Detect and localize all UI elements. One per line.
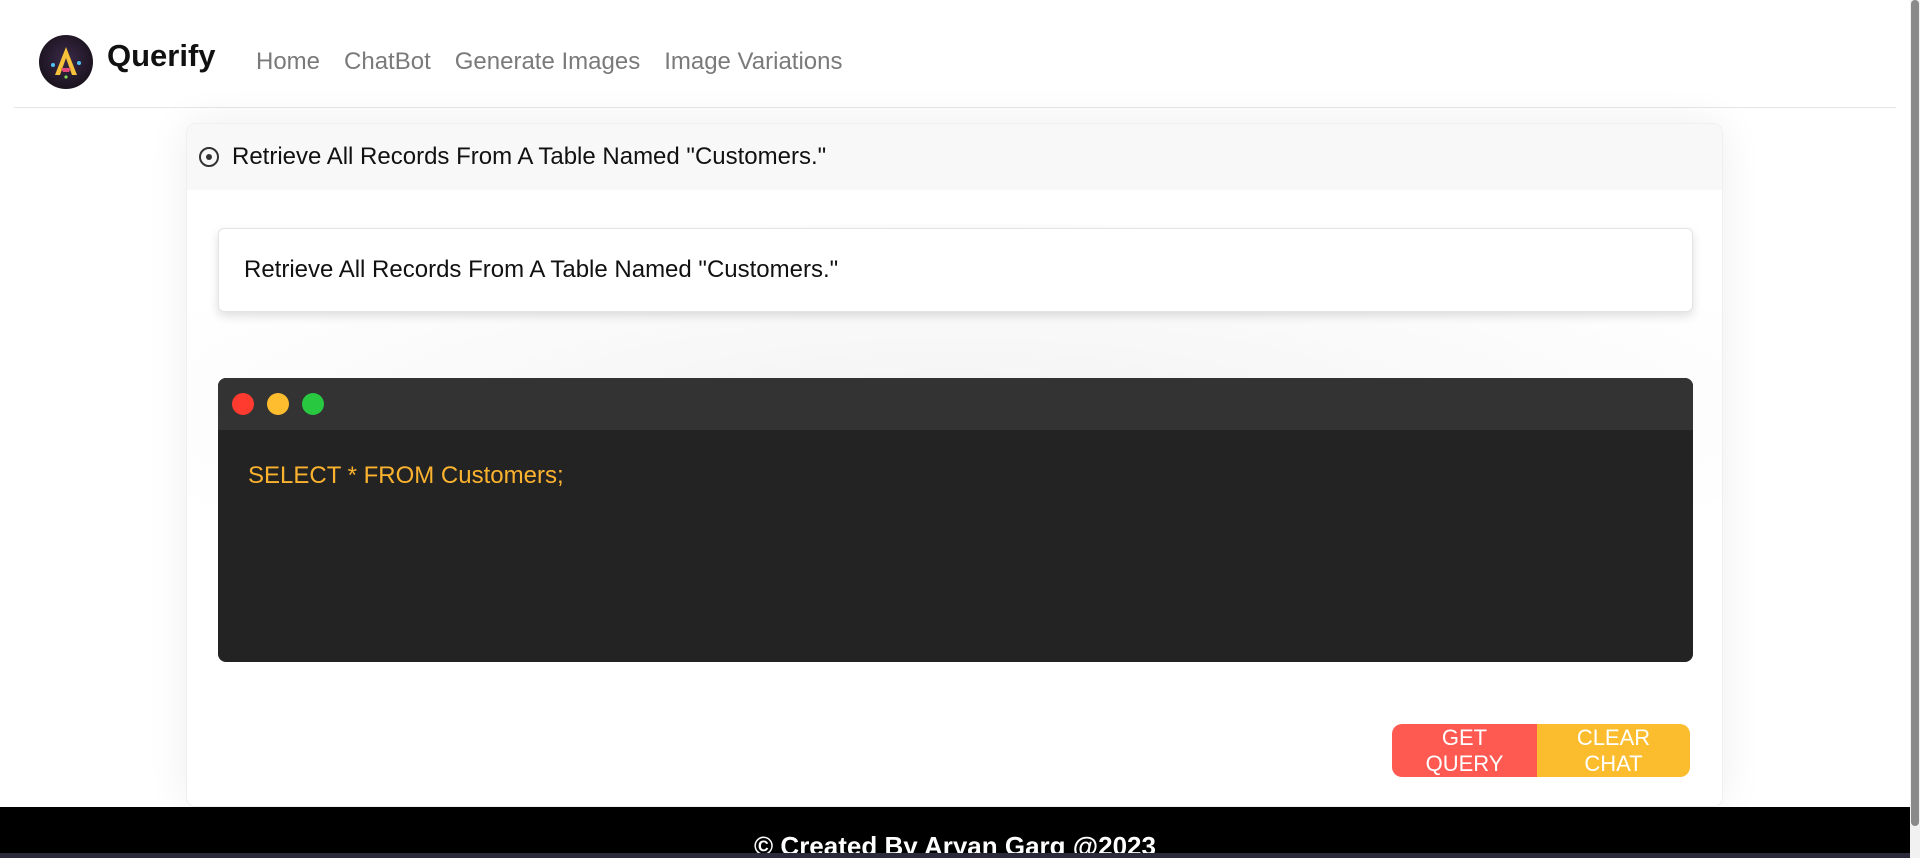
- clear-chat-button[interactable]: CLEAR CHAT: [1537, 724, 1690, 777]
- prompt-text-box: Retrieve All Records From A Table Named …: [218, 228, 1693, 312]
- navbar: Querify Home ChatBot Generate Images Ima…: [14, 0, 1896, 108]
- card-header-title: Retrieve All Records From A Table Named …: [232, 143, 827, 170]
- card-header[interactable]: Retrieve All Records From A Table Named …: [187, 124, 1722, 190]
- nav-link-image-variations[interactable]: Image Variations: [664, 48, 842, 76]
- get-query-button[interactable]: GET QUERY: [1392, 724, 1537, 777]
- nav-links: Home ChatBot Generate Images Image Varia…: [256, 48, 843, 76]
- card-body: Retrieve All Records From A Table Named …: [187, 190, 1722, 806]
- nav-link-chatbot[interactable]: ChatBot: [344, 48, 431, 76]
- scrollbar[interactable]: [1910, 0, 1920, 858]
- button-group: GET QUERY CLEAR CHAT: [1392, 724, 1690, 777]
- nav-link-home[interactable]: Home: [256, 48, 320, 76]
- query-card: Retrieve All Records From A Table Named …: [186, 123, 1723, 807]
- minimize-dot-icon: [267, 393, 289, 415]
- footer-edge: [0, 853, 1910, 858]
- terminal-title-bar: [218, 378, 1693, 430]
- maximize-dot-icon: [302, 393, 324, 415]
- brand-name[interactable]: Querify: [107, 38, 216, 74]
- query-output-text: SELECT * FROM Customers;: [248, 462, 564, 489]
- scrollbar-thumb[interactable]: [1911, 0, 1919, 826]
- footer: © Created By Aryan Garg @2023: [0, 807, 1910, 858]
- nav-link-generate-images[interactable]: Generate Images: [455, 48, 640, 76]
- radio-icon[interactable]: [199, 147, 219, 167]
- close-dot-icon: [232, 393, 254, 415]
- query-output-terminal: SELECT * FROM Customers;: [218, 378, 1693, 662]
- logo-icon[interactable]: [39, 35, 93, 89]
